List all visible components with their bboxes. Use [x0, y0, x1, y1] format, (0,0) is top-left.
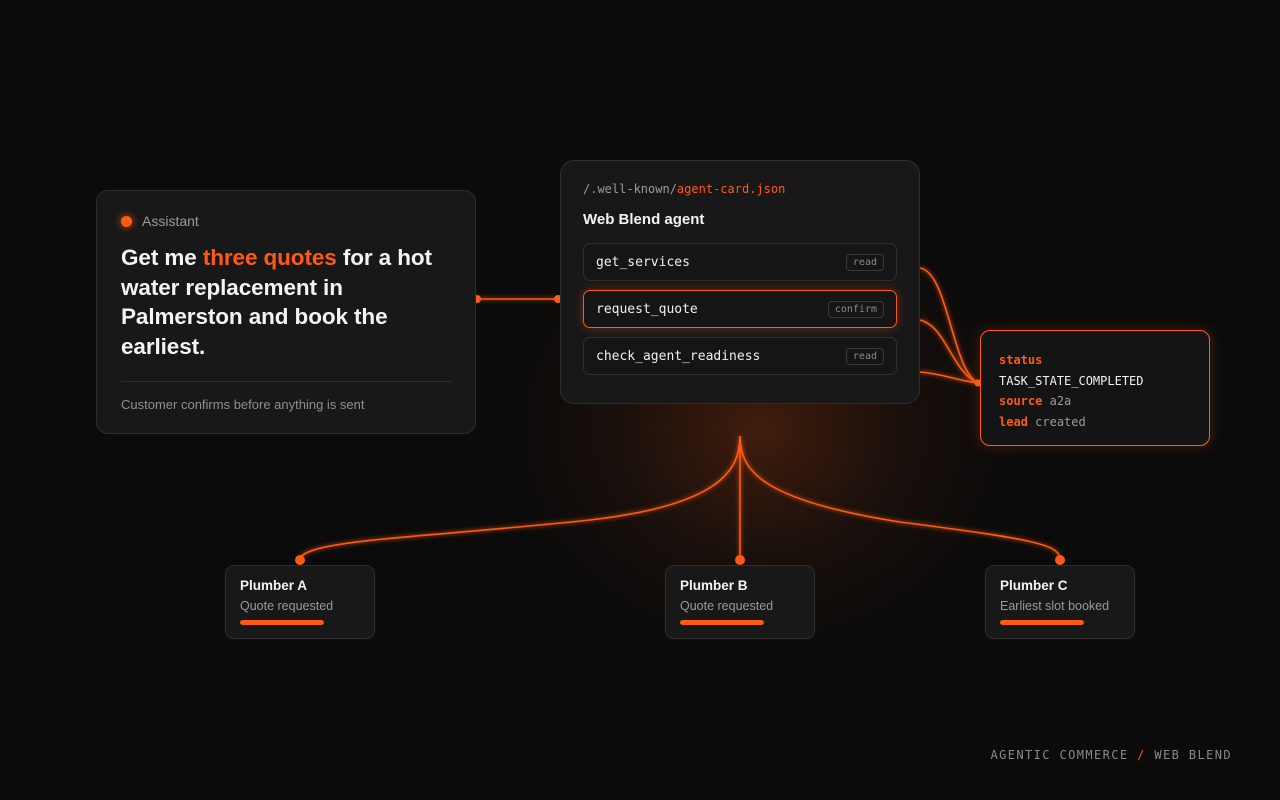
- brand-left: AGENTIC COMMERCE: [990, 748, 1129, 762]
- plumber-status: Earliest slot booked: [1000, 599, 1110, 613]
- source-value: a2a: [1049, 394, 1072, 408]
- lead-row: lead created: [999, 412, 1191, 433]
- path-file: agent-card.json: [676, 182, 786, 196]
- assistant-prompt: Get me three quotes for a hot water repl…: [121, 243, 451, 361]
- tool-name: check_agent_readiness: [596, 348, 761, 364]
- brand-separator: /: [1137, 748, 1146, 762]
- plumber-card-c[interactable]: Plumber C Earliest slot booked: [985, 565, 1135, 639]
- plumber-progress-bar: [240, 620, 324, 625]
- wire-node: [295, 555, 305, 565]
- tool-badge: read: [845, 347, 884, 365]
- source-key: source: [999, 394, 1043, 408]
- agent-card-path: /.well-known/agent-card.json: [583, 182, 897, 196]
- source-row: source a2a: [999, 391, 1191, 412]
- tool-badge: read: [845, 253, 884, 271]
- status-value: TASK_STATE_COMPLETED: [999, 373, 1144, 388]
- status-card: status TASK_STATE_COMPLETED source a2a l…: [980, 330, 1210, 446]
- tool-badge: confirm: [827, 300, 884, 318]
- status-dot-icon: [121, 215, 132, 227]
- agent-title: Web Blend agent: [583, 211, 705, 228]
- tool-name: request_quote: [596, 301, 698, 317]
- status-row: status: [999, 350, 1191, 371]
- divider: [121, 381, 451, 382]
- progress-fill: [240, 620, 324, 625]
- status-key: status: [999, 353, 1043, 367]
- assistant-label: Assistant: [142, 213, 199, 229]
- status-value-row: TASK_STATE_COMPLETED: [999, 371, 1191, 392]
- wire-agent-plumber-c: [739, 435, 1061, 561]
- progress-fill: [1000, 620, 1084, 625]
- path-prefix: /.well-known/: [583, 182, 677, 196]
- wire-node: [735, 555, 745, 565]
- brand-right: WEB BLEND: [1154, 748, 1232, 762]
- lead-key: lead: [999, 414, 1028, 429]
- assistant-card: Assistant Get me three quotes for a hot …: [96, 190, 476, 434]
- plumber-name: Plumber B: [680, 578, 748, 593]
- tool-check-agent-readiness[interactable]: check_agent_readiness read: [583, 337, 897, 375]
- plumber-progress-bar: [680, 620, 764, 625]
- assistant-footnote: Customer confirms before anything is sen…: [121, 397, 365, 412]
- wire-tool-3-status: [919, 371, 979, 384]
- agent-card: /.well-known/agent-card.json Web Blend a…: [560, 160, 920, 404]
- plumber-card-a[interactable]: Plumber A Quote requested: [225, 565, 375, 639]
- tool-get-services[interactable]: get_services read: [583, 243, 897, 281]
- wire-tool-2-status: [919, 319, 979, 384]
- wire-node: [1055, 555, 1065, 565]
- tool-request-quote[interactable]: request_quote confirm: [583, 290, 897, 328]
- plumber-card-b[interactable]: Plumber B Quote requested: [665, 565, 815, 639]
- wire-agent-plumber-a: [299, 435, 741, 561]
- prompt-text-start: Get me: [121, 245, 203, 270]
- assistant-header: Assistant: [121, 213, 451, 229]
- plumber-status: Quote requested: [680, 599, 774, 613]
- plumber-name: Plumber A: [240, 578, 308, 593]
- wire-tool-1-status: [919, 267, 979, 384]
- brand-footer: AGENTIC COMMERCE / WEB BLEND: [991, 748, 1233, 762]
- prompt-highlight: three quotes: [202, 245, 337, 270]
- plumber-name: Plumber C: [1000, 578, 1068, 593]
- progress-fill: [680, 620, 764, 625]
- tool-name: get_services: [596, 254, 690, 270]
- plumber-status: Quote requested: [240, 599, 334, 613]
- lead-value: created: [1035, 414, 1086, 429]
- plumber-progress-bar: [1000, 620, 1084, 625]
